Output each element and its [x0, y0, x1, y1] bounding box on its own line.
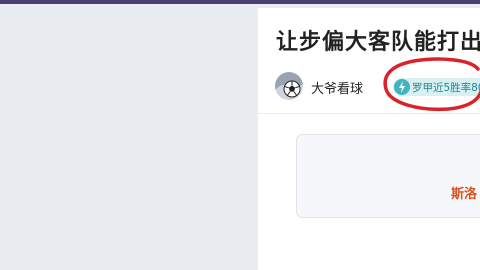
team-name: 斯洛 — [451, 187, 478, 202]
soccer-ball-avatar-icon — [275, 72, 303, 100]
win-rate-badge: 罗甲近5胜率80% — [393, 78, 480, 96]
author-name[interactable]: 大爷看球 — [311, 78, 363, 97]
article-panel: 让步偏大客队能打出 大爷看球 罗甲近5胜率8 斯洛 — [258, 8, 480, 270]
win-rate-badge-text: 罗甲近5胜率80% — [412, 82, 480, 94]
author-row: 大爷看球 罗甲近5胜率80% — [275, 72, 480, 102]
article-title: 让步偏大客队能打出 — [276, 30, 480, 55]
match-info-card[interactable]: 斯洛 — [296, 134, 480, 218]
author-avatar[interactable] — [275, 72, 303, 100]
header-divider — [258, 113, 480, 114]
lightning-icon — [394, 79, 410, 95]
left-empty-pane — [0, 4, 258, 270]
